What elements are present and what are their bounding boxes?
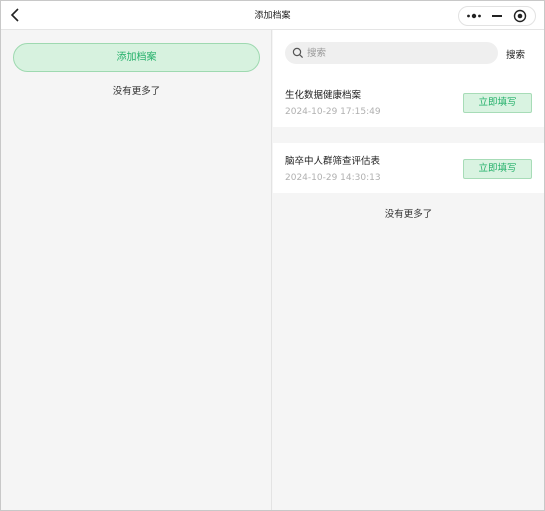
- record-name: 生化数据健康档案: [285, 90, 362, 101]
- search-bar: 搜索: [273, 30, 544, 77]
- right-pane: 搜索 生化数据健康档案 2024-10-29 17:15:49 立即填写 脑卒中…: [273, 30, 544, 510]
- left-pane: 添加档案 没有更多了: [1, 30, 272, 510]
- search-icon: [292, 47, 304, 59]
- more-dots-icon: [467, 13, 482, 19]
- add-record-button[interactable]: 添加档案: [13, 43, 260, 72]
- minimize-icon: [491, 15, 502, 17]
- close-button[interactable]: [510, 8, 530, 24]
- capsule-menu: [458, 6, 536, 26]
- record-time: 2024-10-29 17:15:49: [285, 107, 381, 117]
- more-button[interactable]: [464, 8, 484, 24]
- minimize-button[interactable]: [487, 8, 507, 24]
- fill-now-button[interactable]: 立即填写: [463, 93, 532, 113]
- record-card: 生化数据健康档案 2024-10-29 17:15:49 立即填写: [273, 77, 544, 127]
- fill-now-button[interactable]: 立即填写: [463, 159, 532, 179]
- record-name: 脑卒中人群筛查评估表: [285, 156, 381, 167]
- mini-program-window: 添加档案 添加档案 没有更多了 搜索 搜索 生化数据健康档案 2024-10-2…: [0, 0, 545, 511]
- search-button[interactable]: 搜索: [506, 47, 525, 61]
- no-more-text: 没有更多了: [384, 209, 433, 220]
- title-bar: 添加档案: [1, 1, 544, 30]
- record-circle-icon: [513, 9, 526, 23]
- record-card: 脑卒中人群筛查评估表 2024-10-29 14:30:13 立即填写: [273, 143, 544, 193]
- search-input[interactable]: [307, 42, 492, 64]
- no-more-text: 没有更多了: [112, 86, 161, 97]
- search-box[interactable]: [285, 42, 498, 64]
- record-time: 2024-10-29 14:30:13: [285, 173, 381, 183]
